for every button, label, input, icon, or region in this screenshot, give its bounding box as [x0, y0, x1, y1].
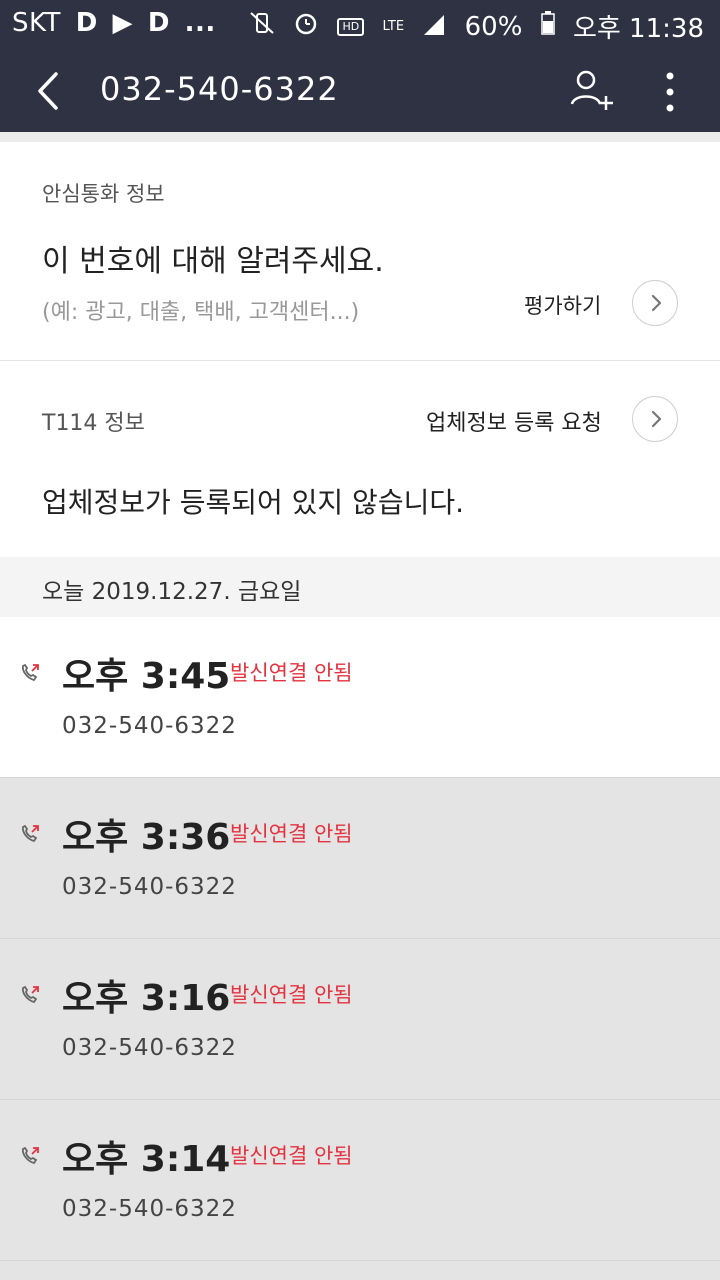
clock: 오후 11:38: [572, 14, 704, 44]
section-label: T114 정보: [42, 411, 145, 436]
register-request-button[interactable]: [632, 396, 678, 442]
outgoing-call-icon: [18, 983, 42, 1007]
rate-prompt: 이 번호에 대해 알려주세요.: [42, 244, 384, 279]
call-status: 발신연결 안됨: [230, 661, 353, 685]
call-number: 032-540-6322: [62, 1035, 237, 1061]
call-time: 오후 3:45: [62, 656, 231, 697]
lte-icon: LTE: [382, 18, 405, 34]
notification-d-icon: D: [75, 8, 98, 38]
back-arrow-icon[interactable]: [30, 68, 70, 114]
rate-label[interactable]: 평가하기: [524, 290, 601, 320]
call-log-item[interactable]: 오후 3:14 발신연결 안됨 032-540-6322: [0, 1100, 720, 1261]
status-left: SKT D ▶ D ...: [12, 8, 216, 38]
alarm-icon: [293, 10, 319, 43]
call-time: 오후 3:16: [62, 978, 231, 1019]
date-header: 오늘 2019.12.27. 금요일: [0, 557, 720, 617]
call-log-item[interactable]: 오후 3:36 발신연결 안됨 032-540-6322: [0, 778, 720, 939]
chevron-right-icon: [651, 294, 662, 312]
more-vert-icon[interactable]: [652, 68, 688, 116]
call-number: 032-540-6322: [62, 713, 237, 739]
notification-d2-icon: D: [147, 8, 170, 38]
call-number: 032-540-6322: [62, 874, 237, 900]
add-contact-icon[interactable]: [568, 66, 616, 114]
rate-button[interactable]: [632, 280, 678, 326]
status-right: HD LTE 60% 오후 11:38: [239, 8, 704, 45]
outgoing-call-icon: [18, 661, 42, 685]
call-log-item[interactable]: 오후 3:45 발신연결 안됨 032-540-6322: [0, 617, 720, 778]
battery-percent: 60%: [464, 11, 523, 42]
call-status: 발신연결 안됨: [230, 822, 353, 846]
date-label: 오늘 2019.12.27. 금요일: [42, 579, 302, 605]
section-label: 안심통화 정보: [42, 182, 165, 206]
call-status: 발신연결 안됨: [230, 1144, 353, 1168]
hd-voice-icon: HD: [337, 17, 365, 36]
call-log-item-partial[interactable]: [0, 1261, 720, 1280]
t114-section: T114 정보 업체정보 등록 요청 업체정보가 등록되어 있지 않습니다.: [0, 361, 720, 557]
call-status: 발신연결 안됨: [230, 983, 353, 1007]
youtube-icon: ▶: [112, 8, 134, 38]
vibrate-mute-icon: [249, 11, 275, 42]
rate-hint: (예: 광고, 대출, 택배, 고객센터...): [42, 300, 360, 325]
carrier-label: SKT: [12, 8, 61, 38]
call-time: 오후 3:36: [62, 817, 231, 858]
outgoing-call-icon: [18, 822, 42, 846]
call-time: 오후 3:14: [62, 1139, 231, 1180]
call-log-item[interactable]: 오후 3:16 발신연결 안됨 032-540-6322: [0, 939, 720, 1100]
t114-message: 업체정보가 등록되어 있지 않습니다.: [42, 486, 465, 519]
page-title: 032-540-6322: [100, 70, 339, 108]
chevron-right-icon: [651, 410, 662, 428]
more-notifications-icon: ...: [184, 8, 216, 38]
outgoing-call-icon: [18, 1144, 42, 1168]
call-number: 032-540-6322: [62, 1196, 237, 1222]
signal-icon: [422, 12, 446, 42]
register-request-label[interactable]: 업체정보 등록 요청: [426, 405, 602, 437]
safe-call-section: 안심통화 정보 이 번호에 대해 알려주세요. (예: 광고, 대출, 택배, …: [0, 142, 720, 361]
app-bar: 032-540-6322: [0, 50, 720, 132]
battery-icon: [540, 11, 555, 42]
status-bar: SKT D ▶ D ... HD LTE 60% 오후 11:38: [0, 0, 720, 50]
divider: [0, 132, 720, 142]
